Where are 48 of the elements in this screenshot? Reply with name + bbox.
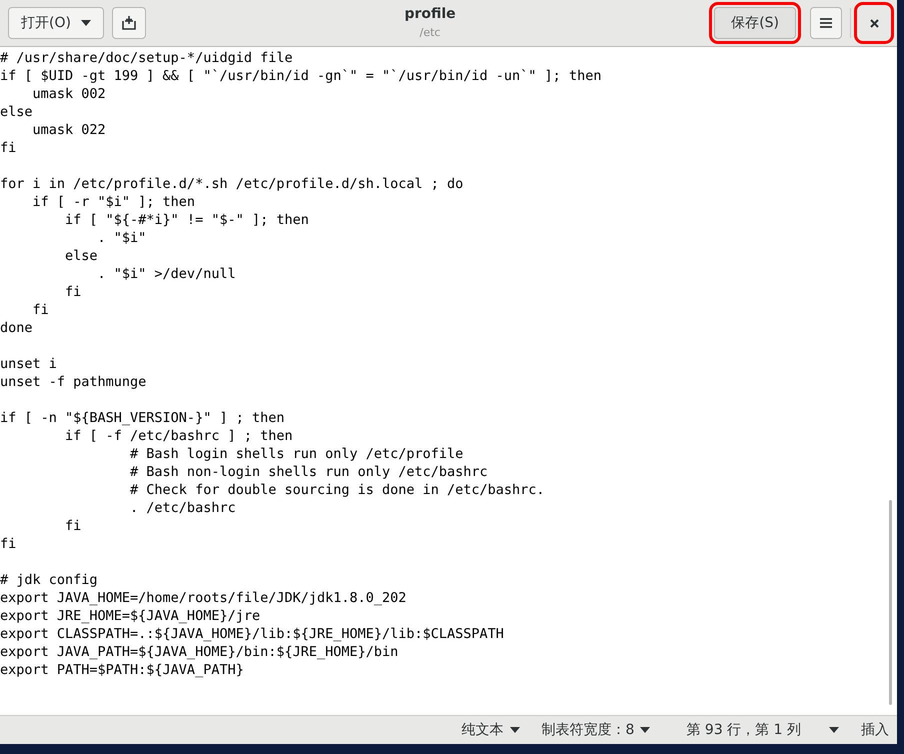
- scrollbar-thumb[interactable]: [889, 500, 892, 705]
- code-line: done: [0, 319, 33, 337]
- code-line: # jdk config: [0, 571, 98, 589]
- code-line: unset i: [0, 355, 57, 373]
- code-line: export JAVA_PATH=${JAVA_HOME}/bin:${JRE_HOME}/bin: [0, 643, 398, 661]
- code-line: # Bash login shells run only /etc/profile: [129, 445, 464, 463]
- menu-icon: [820, 18, 832, 28]
- code-line: # Check for double sourcing is done in /etc/bashrc.: [129, 481, 545, 499]
- caret-icon: [829, 727, 839, 733]
- code-line: if [ $UID -gt 199 ] && [ "`/usr/bin/id -gn`" = "`/usr/bin/id -un`" ]; then: [0, 67, 602, 85]
- menu-button[interactable]: [810, 7, 842, 39]
- code-line: umask 002: [32, 85, 106, 103]
- caret-icon: [510, 727, 520, 733]
- new-document-button[interactable]: [112, 7, 146, 39]
- close-icon: [870, 18, 878, 28]
- insert-mode: 插入: [861, 720, 889, 740]
- code-line: export CLASSPATH=.:${JAVA_HOME}/lib:${JRE_HOME}/lib:$CLASSPATH: [0, 625, 504, 643]
- code-line: # /usr/share/doc/setup-*/uidgid file: [0, 49, 293, 67]
- code-line: . "$i" >/dev/null: [96, 265, 236, 283]
- code-line: . /etc/bashrc: [129, 499, 236, 517]
- code-line: unset -f pathmunge: [0, 373, 146, 391]
- code-line: export JAVA_HOME=/home/roots/file/JDK/jdk1.8.0_202: [0, 589, 406, 607]
- caret-icon: [640, 727, 650, 733]
- code-line: else: [0, 103, 33, 121]
- code-line: fi: [64, 283, 82, 301]
- code-line: if [ -r "$i" ]; then: [32, 193, 196, 211]
- code-line: if [ "${-#*i}" != "$-" ]; then: [64, 211, 309, 229]
- code-line: export JRE_HOME=${JAVA_HOME}/jre: [0, 607, 260, 625]
- code-line: if [ -n "${BASH_VERSION-}" ] ; then: [0, 409, 284, 427]
- cursor-position-selector[interactable]: 第 93 行，第 1 列: [686, 720, 839, 740]
- open-button[interactable]: 打开(O): [8, 7, 104, 39]
- code-line: if [ -f /etc/bashrc ] ; then: [64, 427, 293, 445]
- caret-icon: [80, 20, 91, 26]
- language-selector[interactable]: 纯文本: [462, 720, 520, 740]
- code-line: fi: [64, 517, 82, 535]
- code-line: fi: [32, 301, 49, 319]
- window-title: profile: [404, 5, 456, 24]
- code-line: else: [64, 247, 98, 265]
- code-line: # Bash non-login shells run only /etc/bashrc: [129, 463, 488, 481]
- code-line: for i in /etc/profile.d/*.sh /etc/profile.d/sh.local ; do: [0, 175, 464, 193]
- code-line: fi: [0, 139, 16, 157]
- tab-width-selector[interactable]: 制表符宽度：8: [542, 720, 650, 740]
- code-line: export PATH=$PATH:${JAVA_PATH}: [0, 661, 244, 679]
- code-line: fi: [0, 535, 16, 553]
- window-subtitle: /etc: [420, 25, 440, 42]
- code-line: . "$i": [96, 229, 146, 247]
- code-line: umask 022: [32, 121, 106, 139]
- new-document-icon: [120, 15, 137, 31]
